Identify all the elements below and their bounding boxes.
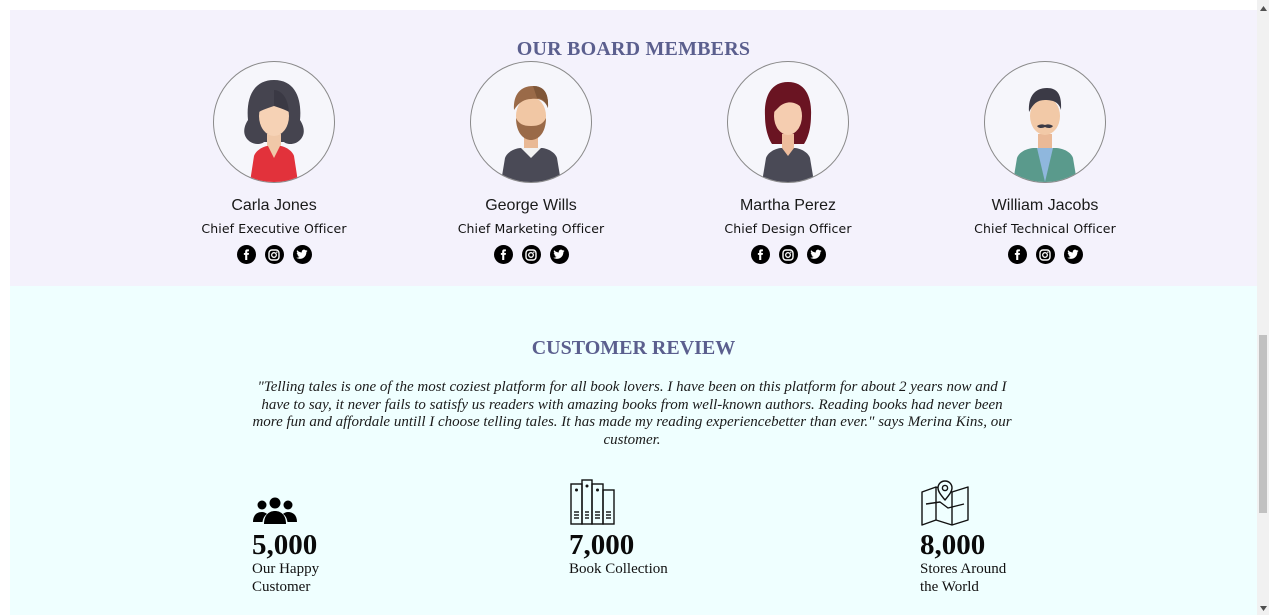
review-quote: "Telling tales is one of the most cozies… (252, 379, 1012, 448)
woman-red-hair-avatar-icon (762, 82, 814, 182)
facebook-icon[interactable] (750, 245, 770, 264)
social-links (431, 245, 631, 264)
board-section: OUR BOARD MEMBERS Carla Jones Chief Exec… (10, 10, 1257, 286)
stat-label: Our Happy Customer (252, 561, 320, 595)
member-name: William Jacobs (991, 197, 1099, 214)
instagram-icon[interactable] (778, 245, 798, 264)
member-role: Chief Marketing Officer (457, 221, 605, 236)
stat-books: 7,000 Book Collection (569, 476, 668, 578)
social-links (174, 245, 374, 264)
instagram-icon[interactable] (521, 245, 541, 264)
avatar (470, 61, 592, 183)
facebook-icon[interactable] (1007, 245, 1027, 264)
member-name: Martha Perez (739, 197, 837, 214)
twitter-icon[interactable] (1063, 245, 1083, 264)
review-section: CUSTOMER REVIEW "Telling tales is one of… (10, 286, 1257, 615)
stat-value: 7,000 (569, 529, 635, 561)
page: OUR BOARD MEMBERS Carla Jones Chief Exec… (0, 0, 1269, 615)
member-name: Carla Jones (231, 197, 317, 214)
member-role: Chief Executive Officer (201, 221, 347, 236)
stat-label: Stores Around the World (920, 561, 1007, 595)
scrollbar-thumb[interactable] (1259, 335, 1267, 513)
facebook-icon[interactable] (493, 245, 513, 264)
social-links (688, 245, 888, 264)
stat-stores: 8,000 Stores Around the World (920, 476, 1020, 596)
stat-value: 5,000 (252, 529, 318, 561)
instagram-icon[interactable] (264, 245, 284, 264)
twitter-icon[interactable] (549, 245, 569, 264)
map-icon (920, 476, 1020, 526)
avatar (727, 61, 849, 183)
stat-value: 8,000 (920, 529, 986, 561)
member-card: Carla Jones Chief Executive Officer (174, 61, 374, 264)
member-name: George Wills (485, 197, 577, 214)
twitter-icon[interactable] (806, 245, 826, 264)
vertical-scrollbar[interactable] (1257, 0, 1269, 615)
woman-avatar-icon (244, 80, 304, 182)
board-title: OUR BOARD MEMBERS (516, 38, 751, 60)
twitter-icon[interactable] (292, 245, 312, 264)
member-card: William Jacobs Chief Technical Officer (945, 61, 1145, 264)
member-role: Chief Design Officer (724, 221, 852, 236)
stat-customers: 5,000 Our Happy Customer (252, 476, 342, 596)
social-links (945, 245, 1145, 264)
stat-label: Book Collection (569, 561, 668, 577)
scroll-up-arrow-icon[interactable] (1257, 2, 1269, 14)
facebook-icon[interactable] (236, 245, 256, 264)
member-card: George Wills Chief Marketing Officer (431, 61, 631, 264)
avatar (984, 61, 1106, 183)
bearded-man-avatar-icon (501, 86, 561, 182)
books-icon (569, 476, 668, 526)
instagram-icon[interactable] (1035, 245, 1055, 264)
member-card: Martha Perez Chief Design Officer (688, 61, 888, 264)
review-title: CUSTOMER REVIEW (531, 337, 736, 359)
users-icon (252, 476, 342, 526)
member-role: Chief Technical Officer (974, 221, 1116, 236)
avatar (213, 61, 335, 183)
mustache-man-avatar-icon (1013, 88, 1077, 182)
scroll-down-arrow-icon[interactable] (1257, 602, 1269, 614)
